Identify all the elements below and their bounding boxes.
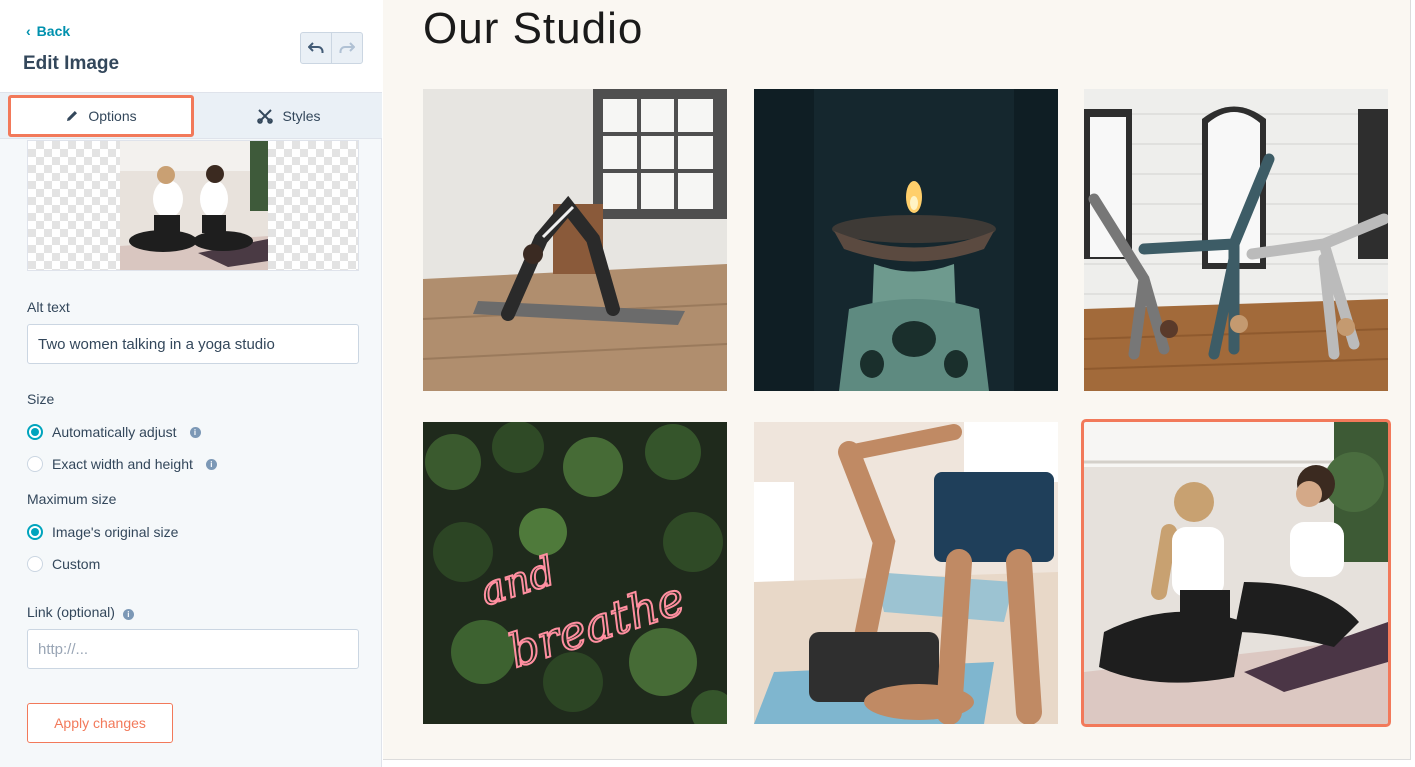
info-icon[interactable]: i (122, 609, 134, 620)
page-heading[interactable]: Our Studio (423, 4, 643, 54)
info-icon[interactable]: i (205, 458, 217, 470)
image-preview (27, 140, 359, 271)
alt-text-input[interactable] (27, 324, 359, 364)
size-option-exact[interactable]: Exact width and height i (27, 456, 217, 472)
radio-auto-adjust[interactable] (27, 424, 43, 440)
link-label: Link (optional) i (27, 604, 134, 620)
tab-options-label: Options (88, 108, 137, 124)
max-size-label: Maximum size (27, 491, 117, 507)
gallery-image-and-breathe[interactable]: and breathe (423, 422, 727, 724)
scissors-icon (257, 109, 274, 124)
edit-image-panel: ‹ Back Edit Image Options Styles Alt tex… (0, 0, 382, 767)
women-talking-yoga-photo (1084, 422, 1388, 724)
panel-tabs: Options Styles (0, 93, 382, 139)
panel-header: ‹ Back Edit Image (0, 0, 382, 93)
max-size-option-custom-label: Custom (52, 556, 101, 572)
undo-icon (308, 42, 324, 53)
preview-thumbnail (120, 141, 268, 270)
gallery-image-assisted-stretch[interactable] (754, 422, 1058, 724)
undo-redo-group (300, 32, 363, 64)
tab-styles-label: Styles (282, 108, 321, 124)
group-yoga-pose-photo (1084, 89, 1388, 391)
redo-icon (339, 42, 356, 53)
pencil-icon (67, 111, 78, 121)
apply-changes-button[interactable]: Apply changes (27, 703, 173, 743)
and-breathe-neon-photo: and breathe (423, 422, 727, 724)
panel-title: Edit Image (23, 53, 120, 74)
max-size-option-original-label: Image's original size (52, 524, 179, 540)
link-label-text: Link (optional) (27, 604, 115, 620)
yoga-pose-studio-photo (423, 89, 727, 391)
info-icon[interactable]: i (189, 426, 201, 438)
radio-exact-size[interactable] (27, 456, 43, 472)
chevron-left-icon: ‹ (26, 23, 31, 39)
tab-options[interactable]: Options (8, 95, 194, 137)
gallery-image-candle[interactable] (754, 89, 1058, 391)
candle-burner-photo (754, 89, 1058, 391)
radio-custom-size[interactable] (27, 556, 43, 572)
size-option-auto-label: Automatically adjust (52, 424, 177, 440)
max-size-option-original[interactable]: Image's original size (27, 524, 178, 540)
max-size-option-custom[interactable]: Custom (27, 556, 100, 572)
gallery-image-women-talking[interactable] (1081, 419, 1391, 727)
alt-text-label: Alt text (27, 299, 70, 315)
size-option-auto[interactable]: Automatically adjust i (27, 424, 201, 440)
back-label: Back (36, 23, 71, 39)
redo-button[interactable] (331, 33, 362, 63)
radio-original-size[interactable] (27, 524, 43, 540)
back-link[interactable]: ‹ Back (26, 23, 70, 39)
size-option-exact-label: Exact width and height (52, 456, 193, 472)
undo-button[interactable] (301, 33, 331, 63)
tab-styles[interactable]: Styles (196, 93, 382, 139)
size-label: Size (27, 391, 55, 407)
gallery-image-yoga-pose[interactable] (423, 89, 727, 391)
gallery-image-group-yoga[interactable] (1084, 89, 1388, 391)
assisted-stretch-photo (754, 422, 1058, 724)
link-input[interactable] (27, 629, 359, 669)
